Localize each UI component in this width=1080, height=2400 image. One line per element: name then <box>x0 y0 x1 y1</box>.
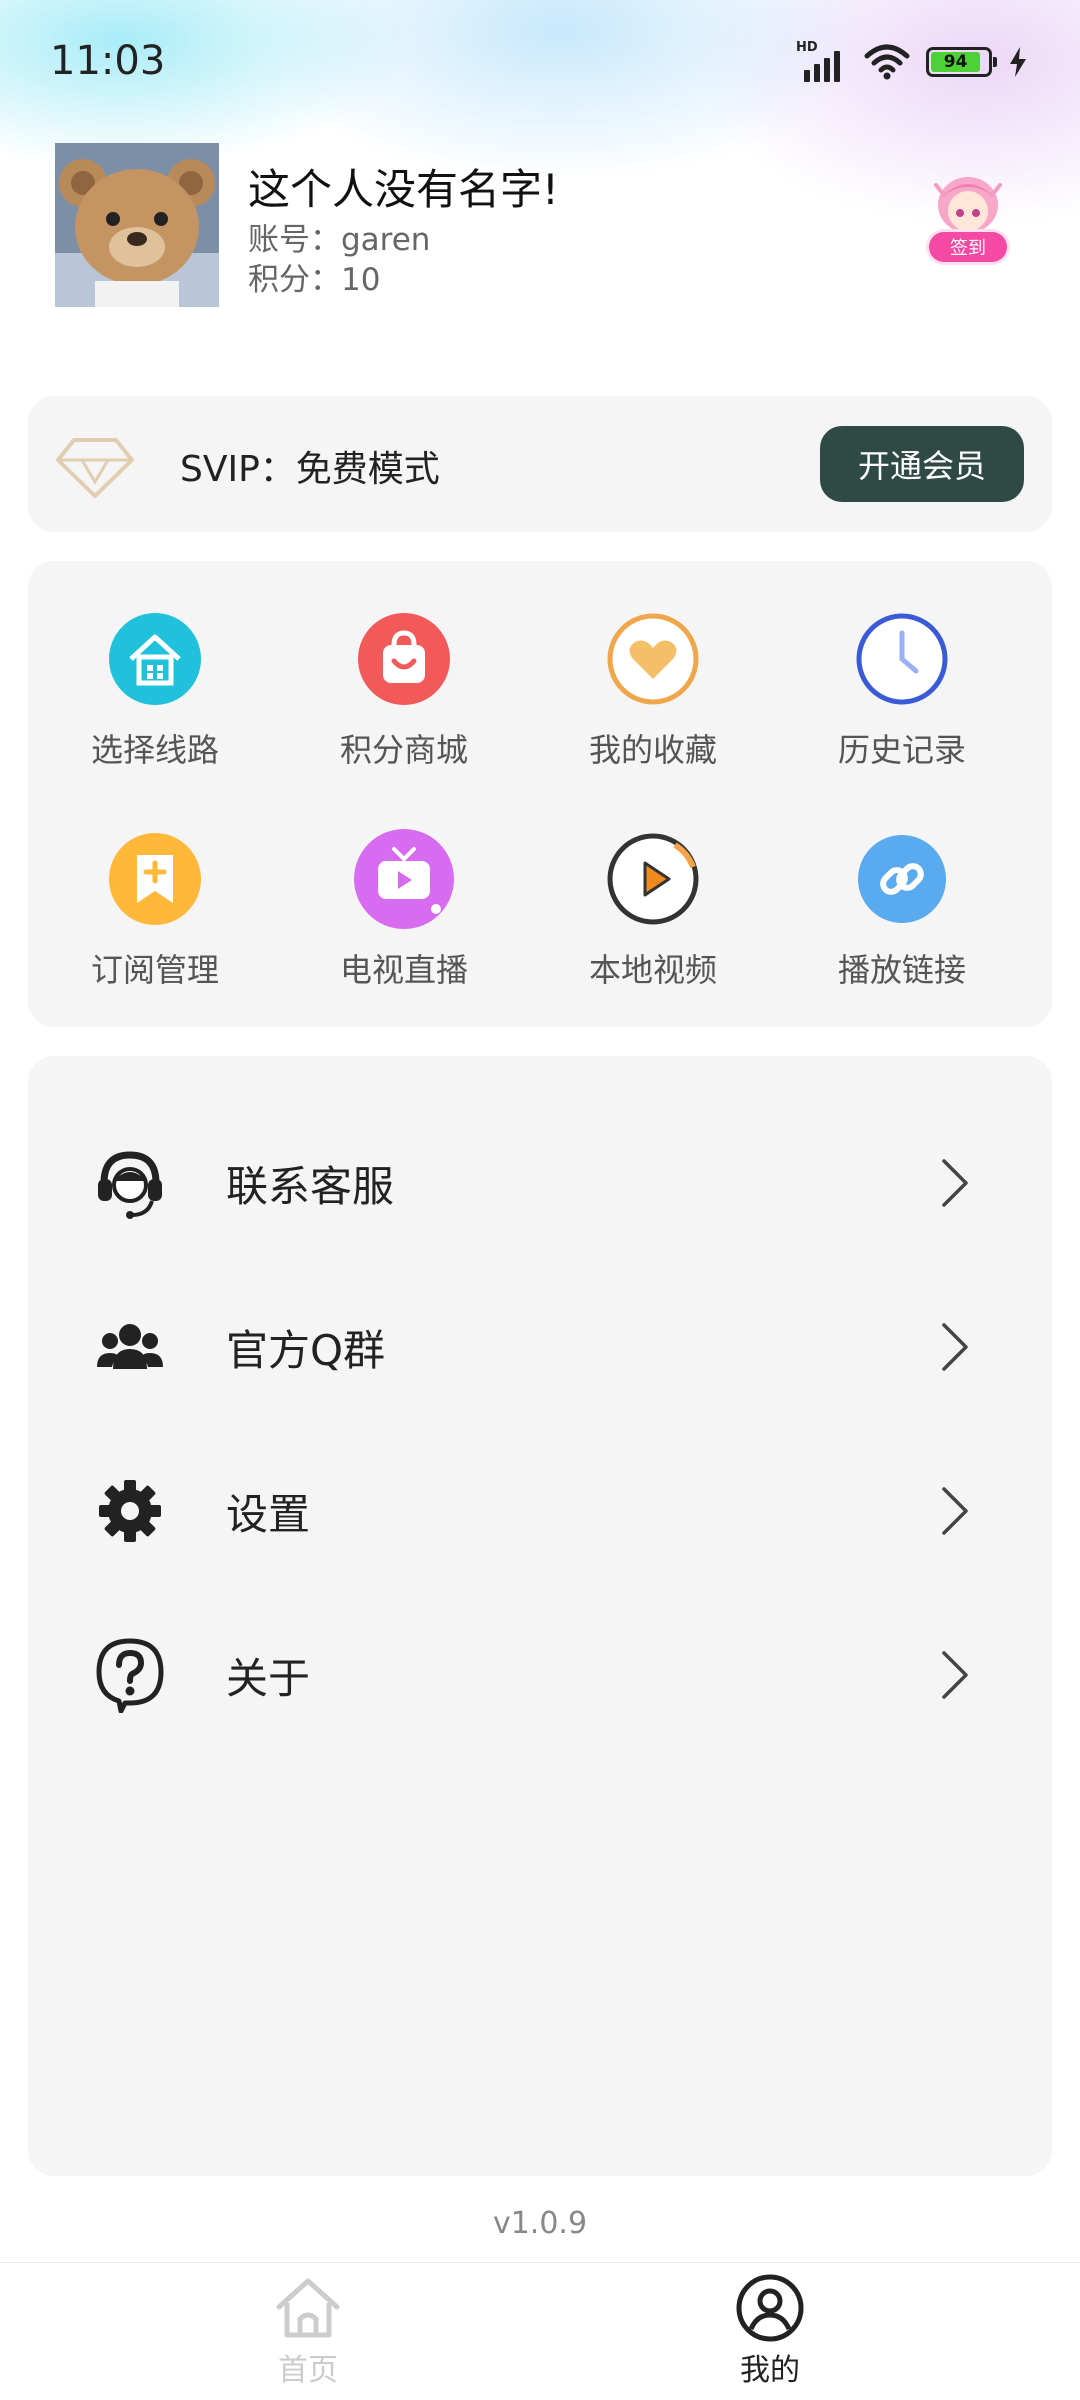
charging-icon <box>1010 47 1026 77</box>
menu-item-about[interactable]: 关于 <box>28 1600 1052 1750</box>
status-bar: 11:03 HD 94 <box>0 0 1080 130</box>
battery-level: 94 <box>931 52 981 72</box>
user-circle-icon <box>736 2274 804 2342</box>
menu-label: 官方Q群 <box>226 1325 386 1375</box>
app-screen: 11:03 HD 94 这个人没有名字! 账号：garen 积分：10 签到 S… <box>0 0 1080 2400</box>
link-icon <box>850 827 954 931</box>
checkin-label: 签到 <box>926 229 1010 265</box>
home-icon <box>276 2278 340 2338</box>
avatar[interactable] <box>55 143 219 307</box>
signal-icon: HD <box>796 40 848 82</box>
feature-points-mall[interactable]: 积分商城 <box>279 607 529 797</box>
nav-mine[interactable]: 我的 <box>670 2273 870 2400</box>
gear-icon <box>92 1473 168 1549</box>
chevron-right-icon <box>942 1651 968 1699</box>
feature-play-link[interactable]: 播放链接 <box>777 827 1027 1017</box>
heart-icon <box>601 607 705 711</box>
vip-card: SVIP：免费模式 开通会员 <box>28 396 1052 532</box>
feature-label: 我的收藏 <box>588 731 717 769</box>
status-time: 11:03 <box>50 38 166 84</box>
nav-home[interactable]: 首页 <box>208 2273 408 2400</box>
clock-icon <box>850 607 954 711</box>
menu-card: 联系客服 官方Q群 设置 关于 <box>28 1056 1052 2176</box>
play-circle-icon <box>601 827 705 931</box>
profile-account: 账号：garen <box>248 222 431 258</box>
feature-live-tv[interactable]: 电视直播 <box>279 827 529 1017</box>
app-version: v1.0.9 <box>492 2206 588 2241</box>
menu-item-settings[interactable]: 设置 <box>28 1436 1052 1586</box>
status-icons: HD 94 <box>796 40 1028 82</box>
anime-girl-icon <box>934 177 1002 233</box>
checkin-button[interactable]: 签到 <box>918 165 1018 277</box>
feature-grid: 选择线路 积分商城 我的收藏 历史记录 订阅管理 电视直播 本地视频 播放链接 <box>28 561 1052 1027</box>
menu-label: 关于 <box>226 1653 311 1703</box>
vip-status: SVIP：免费模式 <box>180 449 440 490</box>
group-icon <box>92 1309 168 1385</box>
chevron-right-icon <box>942 1159 968 1207</box>
diamond-icon <box>56 438 134 498</box>
nav-label: 我的 <box>740 2353 800 2388</box>
route-house-icon <box>103 607 207 711</box>
feature-select-route[interactable]: 选择线路 <box>30 607 280 797</box>
feature-label: 历史记录 <box>837 731 966 769</box>
open-vip-button[interactable]: 开通会员 <box>820 426 1024 502</box>
feature-local-video[interactable]: 本地视频 <box>528 827 778 1017</box>
profile-name: 这个人没有名字! <box>248 165 559 214</box>
menu-label: 设置 <box>226 1489 311 1539</box>
headset-icon <box>92 1145 168 1221</box>
wifi-icon <box>864 44 910 80</box>
feature-label: 播放链接 <box>837 951 966 989</box>
nav-label: 首页 <box>278 2353 338 2388</box>
menu-item-official-qq-group[interactable]: 官方Q群 <box>28 1272 1052 1422</box>
shopping-bag-icon <box>352 607 456 711</box>
profile-points: 积分：10 <box>248 262 381 298</box>
chevron-right-icon <box>942 1323 968 1371</box>
battery-icon: 94 <box>926 47 997 77</box>
bottom-nav: 首页 我的 <box>0 2262 1080 2400</box>
tv-icon <box>352 827 456 931</box>
menu-item-customer-service[interactable]: 联系客服 <box>28 1108 1052 1258</box>
feature-history[interactable]: 历史记录 <box>777 607 1027 797</box>
chevron-right-icon <box>942 1487 968 1535</box>
feature-label: 选择线路 <box>90 731 219 769</box>
feature-subscriptions[interactable]: 订阅管理 <box>30 827 280 1017</box>
feature-favorites[interactable]: 我的收藏 <box>528 607 778 797</box>
feature-label: 电视直播 <box>339 951 468 989</box>
bookmark-plus-icon <box>103 827 207 931</box>
feature-label: 积分商城 <box>339 731 468 769</box>
feature-label: 本地视频 <box>588 951 717 989</box>
question-icon <box>92 1637 168 1713</box>
menu-label: 联系客服 <box>226 1161 395 1211</box>
feature-label: 订阅管理 <box>90 951 219 989</box>
